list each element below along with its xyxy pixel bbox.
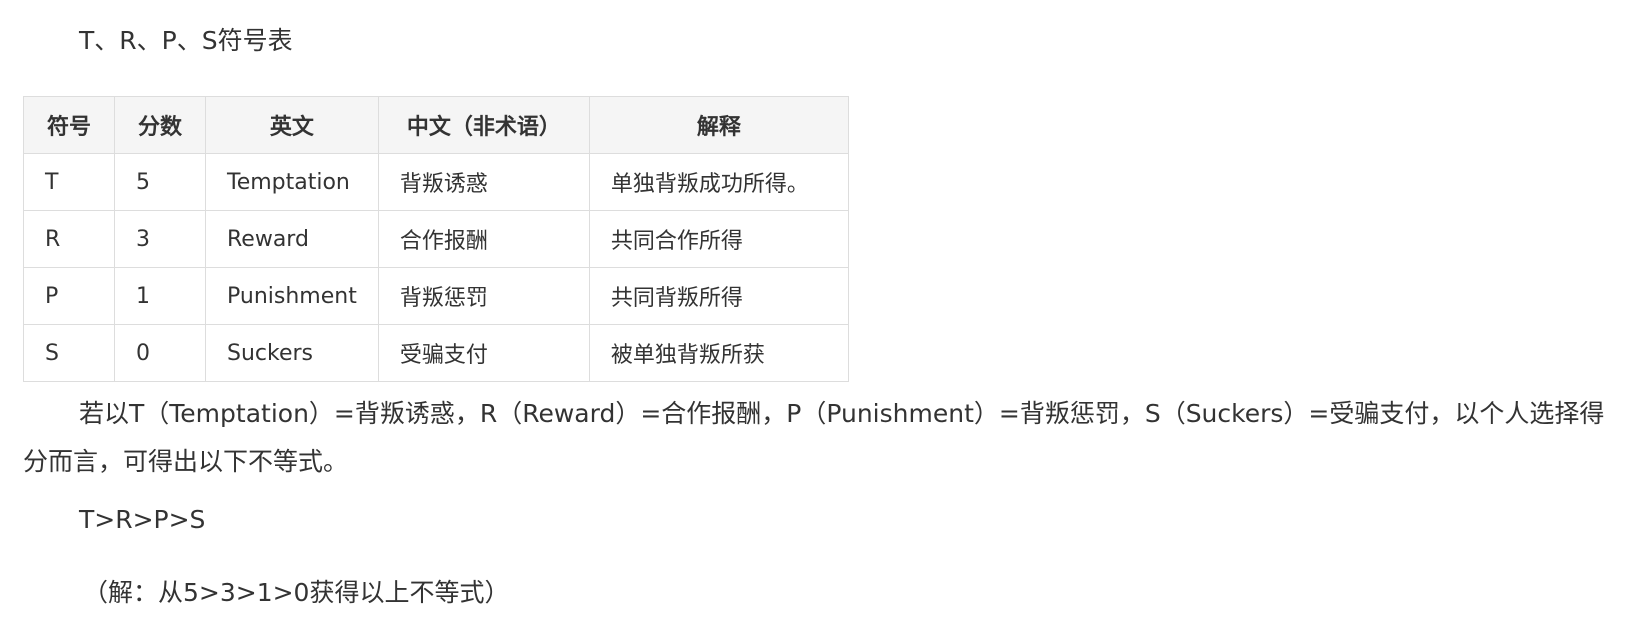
cell-symbol: T — [23, 153, 115, 211]
description-paragraph: 若以T（Temptation）=背叛诱惑，R（Reward）=合作报酬，P（Pu… — [23, 399, 1605, 476]
cell-score: 3 — [114, 210, 206, 268]
header-english: 英文 — [205, 96, 379, 154]
symbol-table: 符号 分数 英文 中文（非术语） 解释 T 5 Temptation 背叛诱惑 … — [23, 96, 849, 382]
cell-score: 5 — [114, 153, 206, 211]
cell-score: 0 — [114, 324, 206, 382]
table-row: P 1 Punishment 背叛惩罚 共同背叛所得 — [23, 267, 849, 325]
cell-english: Reward — [205, 210, 379, 268]
cell-chinese: 背叛惩罚 — [377, 267, 590, 325]
header-explanation: 解释 — [588, 96, 849, 154]
cell-chinese: 合作报酬 — [377, 210, 590, 268]
cell-english: Punishment — [205, 267, 379, 325]
table-header-row: 符号 分数 英文 中文（非术语） 解释 — [23, 96, 849, 154]
cell-score: 1 — [114, 267, 206, 325]
header-score: 分数 — [114, 96, 206, 154]
cell-explanation: 共同背叛所得 — [588, 267, 849, 325]
table-row: S 0 Suckers 受骗支付 被单独背叛所获 — [23, 324, 849, 382]
header-chinese: 中文（非术语） — [377, 96, 590, 154]
table-row: T 5 Temptation 背叛诱惑 单独背叛成功所得。 — [23, 153, 849, 211]
cell-explanation: 单独背叛成功所得。 — [588, 153, 849, 211]
cell-chinese: 背叛诱惑 — [377, 153, 590, 211]
cell-symbol: R — [23, 210, 115, 268]
cell-explanation: 被单独背叛所获 — [588, 324, 849, 382]
header-symbol: 符号 — [23, 96, 115, 154]
note-paragraph: （解：从5>3>1>0获得以上不等式） — [83, 578, 510, 607]
cell-symbol: S — [23, 324, 115, 382]
cell-english: Temptation — [205, 153, 379, 211]
cell-explanation: 共同合作所得 — [588, 210, 849, 268]
table-caption: T、R、P、S符号表 — [79, 26, 293, 55]
table-row: R 3 Reward 合作报酬 共同合作所得 — [23, 210, 849, 268]
cell-symbol: P — [23, 267, 115, 325]
inequality-paragraph: T>R>P>S — [79, 505, 206, 534]
cell-english: Suckers — [205, 324, 379, 382]
cell-chinese: 受骗支付 — [377, 324, 590, 382]
